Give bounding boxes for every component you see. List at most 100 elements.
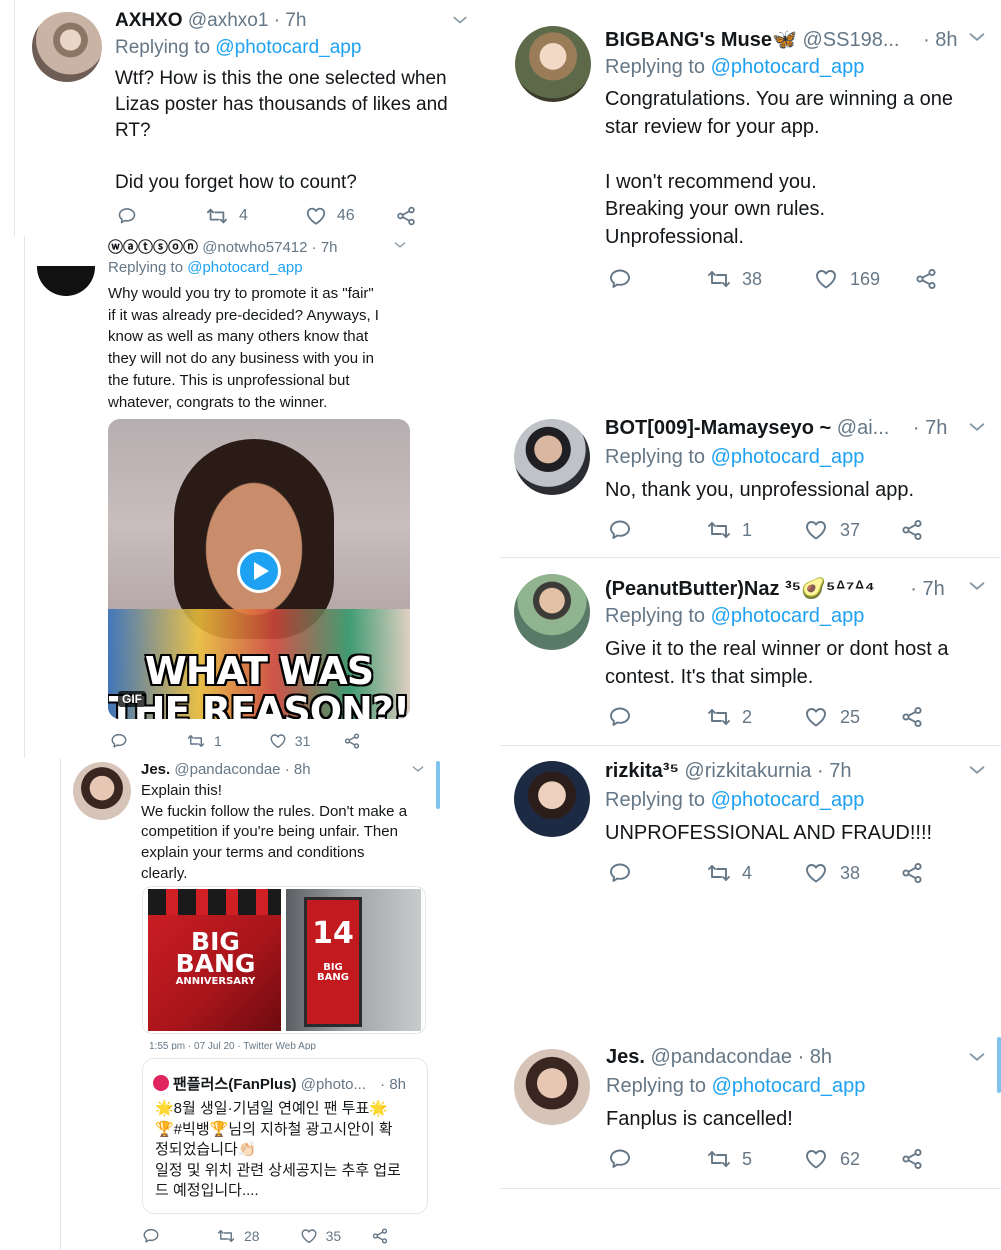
retweet-count: 1 xyxy=(214,733,222,749)
share-icon[interactable] xyxy=(343,732,361,750)
share-icon[interactable] xyxy=(900,1147,924,1171)
display-name[interactable]: BOT[009]-Mamayseyo ~ xyxy=(605,417,831,439)
tweet-bot009[interactable]: BOT[009]-Mamayseyo ~ @ai... · 7h Replyin… xyxy=(500,405,1001,555)
retweet-button[interactable]: 1 xyxy=(186,732,222,750)
quote-handle[interactable]: @photo... xyxy=(301,1076,366,1093)
tweet-bigbangs-muse[interactable]: BIGBANG's Muse🦋 @SS198... · 8h Replying … xyxy=(500,12,1001,312)
avatar[interactable] xyxy=(37,266,95,296)
avatar[interactable] xyxy=(514,1049,590,1125)
like-button[interactable]: 169 xyxy=(814,267,880,291)
scroll-indicator[interactable] xyxy=(436,761,440,809)
handle[interactable]: @rizkitakurnia · 7h xyxy=(684,760,851,782)
chevron-down-icon[interactable] xyxy=(450,10,470,30)
avatar[interactable] xyxy=(514,574,590,650)
play-button[interactable] xyxy=(237,549,281,593)
like-button[interactable]: 25 xyxy=(804,705,860,729)
heart-icon xyxy=(804,861,828,885)
like-count: 62 xyxy=(840,1148,861,1169)
chevron-down-icon[interactable] xyxy=(966,1046,988,1068)
share-icon[interactable] xyxy=(900,518,924,542)
tweet-jes-cancelled[interactable]: Jes. @pandacondae · 8h Replying to @phot… xyxy=(500,1035,1001,1188)
tweet-watson[interactable]: ⓦⓐⓣⓢⓞⓝ @notwho57412 · 7h Replying to @ph… xyxy=(24,236,434,758)
reply-icon[interactable] xyxy=(608,861,632,885)
chevron-down-icon[interactable] xyxy=(392,237,408,253)
share-icon[interactable] xyxy=(371,1227,389,1245)
display-name[interactable]: BIGBANG's Muse🦋 xyxy=(605,29,797,51)
tweet-jes-quote[interactable]: Jes. @pandacondae · 8h Explain this! We … xyxy=(60,758,442,1250)
quote-tweet[interactable]: 팬플러스(FanPlus) @photo... · 8h 🌟8월 생일·기념일 … xyxy=(142,1058,428,1214)
poster-image-left[interactable]: BIG BANG ANNIVERSARY xyxy=(148,889,281,1031)
divider xyxy=(500,1188,1001,1189)
mention-link[interactable]: @photocard_app xyxy=(711,789,865,811)
share-icon[interactable] xyxy=(395,205,417,227)
retweet-icon xyxy=(706,861,732,885)
chevron-down-icon[interactable] xyxy=(410,761,426,777)
display-name[interactable]: AXHXO xyxy=(115,10,183,31)
reply-icon[interactable] xyxy=(608,705,632,729)
retweet-button[interactable]: 1 xyxy=(706,518,752,542)
tweet-axhxo[interactable]: AXHXO @axhxo1 · 7h Replying to @photocar… xyxy=(14,0,484,236)
retweet-button[interactable]: 5 xyxy=(706,1147,752,1171)
share-icon[interactable] xyxy=(900,705,924,729)
display-name[interactable]: Jes. xyxy=(141,761,170,778)
reply-icon[interactable] xyxy=(142,1227,160,1245)
reply-icon[interactable] xyxy=(117,205,137,227)
display-name[interactable]: ⓦⓐⓣⓢⓞⓝ xyxy=(108,239,198,256)
share-icon[interactable] xyxy=(914,267,938,291)
mention-link[interactable]: @photocard_app xyxy=(712,1075,866,1097)
scroll-indicator[interactable] xyxy=(997,1037,1001,1093)
left-border xyxy=(14,0,15,236)
handle[interactable]: @ai... xyxy=(837,417,890,439)
chevron-down-icon[interactable] xyxy=(966,759,988,781)
share-icon[interactable] xyxy=(900,861,924,885)
mention-link[interactable]: @photocard_app xyxy=(215,37,361,58)
tweet-peanutbutter-naz[interactable]: (PeanutButter)Naz ³⁵🥑⁵ᐞ⁷ᐞ⁴ · 7h Replying… xyxy=(500,565,1001,745)
chevron-down-icon[interactable] xyxy=(966,26,988,48)
poster-image-right[interactable]: 14 BIG BANG xyxy=(286,889,421,1031)
retweet-button[interactable]: 4 xyxy=(706,861,752,885)
like-button[interactable]: 62 xyxy=(804,1147,860,1171)
chevron-down-icon[interactable] xyxy=(966,416,988,438)
like-button[interactable]: 37 xyxy=(804,518,860,542)
heart-icon xyxy=(804,518,828,542)
reply-icon[interactable] xyxy=(608,267,632,291)
avatar[interactable] xyxy=(515,26,591,102)
display-name[interactable]: (PeanutButter)Naz ³⁵🥑⁵ᐞ⁷ᐞ⁴ xyxy=(605,578,875,600)
handle[interactable]: @pandacondae · 8h xyxy=(174,761,310,778)
quote-time: · 8h xyxy=(380,1076,407,1093)
display-name[interactable]: Jes. xyxy=(606,1046,645,1068)
retweet-button[interactable]: 4 xyxy=(205,205,248,227)
like-button[interactable]: 38 xyxy=(804,861,860,885)
like-button[interactable]: 35 xyxy=(300,1227,341,1245)
avatar[interactable] xyxy=(514,419,590,495)
retweet-count: 4 xyxy=(742,862,753,883)
retweet-count: 38 xyxy=(742,268,763,289)
handle[interactable]: @pandacondae · 8h xyxy=(651,1046,833,1068)
mention-link[interactable]: @photocard_app xyxy=(187,259,302,276)
retweet-button[interactable]: 28 xyxy=(216,1227,260,1245)
reply-icon[interactable] xyxy=(110,732,128,750)
avatar[interactable] xyxy=(32,12,102,82)
mention-link[interactable]: @photocard_app xyxy=(711,56,865,78)
avatar[interactable] xyxy=(514,761,590,837)
handle[interactable]: @axhxo1 · 7h xyxy=(188,10,307,31)
reply-icon[interactable] xyxy=(608,1147,632,1171)
display-name[interactable]: rizkita³⁵ xyxy=(605,760,679,782)
mention-link[interactable]: @photocard_app xyxy=(711,446,865,468)
retweet-button[interactable]: 2 xyxy=(706,705,752,729)
tweet-rizkita[interactable]: rizkita³⁵ @rizkitakurnia · 7h Replying t… xyxy=(500,750,1001,910)
gif-media[interactable]: WHAT WAS THE REASON?! GIF xyxy=(108,419,410,719)
quote-display-name[interactable]: 팬플러스(FanPlus) xyxy=(173,1076,297,1093)
retweet-button[interactable]: 38 xyxy=(706,267,762,291)
handle[interactable]: @notwho57412 · 7h xyxy=(202,239,337,256)
mention-link[interactable]: @photocard_app xyxy=(711,605,865,627)
like-button[interactable]: 31 xyxy=(269,732,310,750)
reply-icon[interactable] xyxy=(608,518,632,542)
handle[interactable]: @SS198... xyxy=(802,29,899,51)
avatar[interactable] xyxy=(73,762,131,820)
chevron-down-icon[interactable] xyxy=(966,575,988,597)
tweet-header: (PeanutButter)Naz ³⁵🥑⁵ᐞ⁷ᐞ⁴ · 7h xyxy=(605,576,985,601)
like-button[interactable]: 46 xyxy=(305,205,355,227)
tweet-header: rizkita³⁵ @rizkitakurnia · 7h xyxy=(605,760,985,783)
media-grid[interactable]: BIG BANG ANNIVERSARY 14 BIG BANG xyxy=(142,886,426,1034)
